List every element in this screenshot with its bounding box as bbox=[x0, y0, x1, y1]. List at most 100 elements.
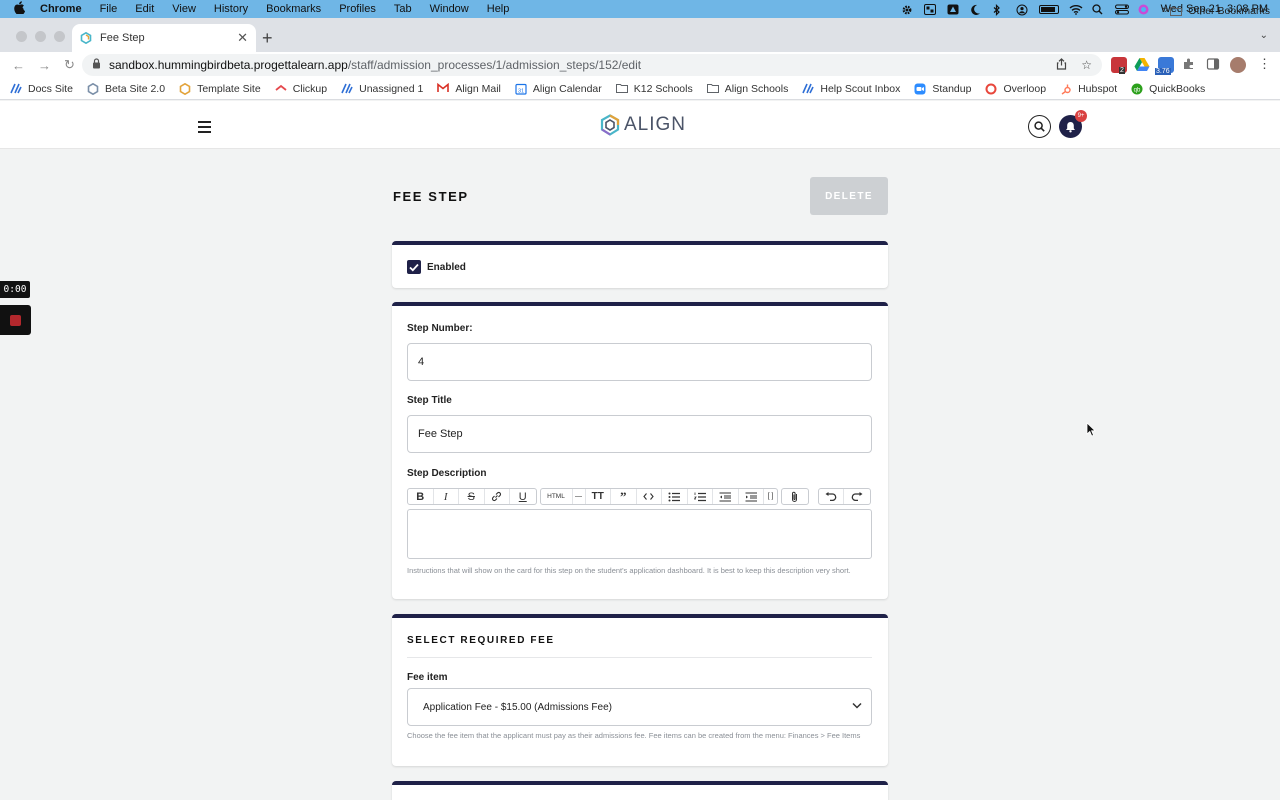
new-tab-icon[interactable]: + bbox=[262, 28, 273, 49]
brackets-button[interactable]: [ ] bbox=[764, 489, 777, 504]
forward-arrow-icon[interactable]: → bbox=[38, 58, 52, 73]
menu-bookmarks[interactable]: Bookmarks bbox=[266, 3, 321, 15]
drive-status-icon[interactable] bbox=[947, 4, 960, 15]
bookmark-align-calendar[interactable]: 31 Align Calendar bbox=[515, 83, 602, 95]
control-center-icon[interactable] bbox=[1114, 4, 1129, 15]
bluetooth-icon[interactable] bbox=[993, 3, 1006, 16]
menu-window[interactable]: Window bbox=[430, 3, 469, 15]
heading-button[interactable]: TT bbox=[586, 489, 611, 504]
back-arrow-icon[interactable]: ← bbox=[12, 58, 26, 73]
bookmark-clickup[interactable]: Clickup bbox=[275, 83, 327, 95]
stop-recording-button[interactable] bbox=[0, 305, 31, 335]
hamburger-menu-icon[interactable] bbox=[198, 121, 211, 136]
step-title-label: Step Title bbox=[407, 395, 452, 406]
html-button[interactable]: HTML bbox=[541, 489, 573, 504]
align-logo[interactable]: ALIGN bbox=[600, 114, 686, 136]
align-hex-logo-icon bbox=[600, 114, 620, 136]
battery-icon[interactable] bbox=[1038, 4, 1059, 14]
horizontal-rule-button[interactable]: — bbox=[573, 489, 586, 504]
share-icon[interactable] bbox=[1056, 58, 1067, 73]
minimize-window-button[interactable] bbox=[35, 31, 46, 42]
attach-file-button[interactable] bbox=[782, 489, 808, 504]
search-button[interactable] bbox=[1028, 115, 1051, 138]
bookmarks-overflow-button[interactable]: » bbox=[1162, 4, 1168, 16]
step-title-input[interactable] bbox=[407, 415, 872, 453]
menu-edit[interactable]: Edit bbox=[135, 3, 154, 15]
app-header: ALIGN bbox=[0, 101, 1280, 149]
code-button[interactable] bbox=[637, 489, 662, 504]
underline-button[interactable]: U bbox=[510, 489, 536, 504]
grid-status-icon[interactable] bbox=[923, 3, 937, 15]
url-path: /staff/admission_processes/1/admission_s… bbox=[347, 58, 642, 72]
link-button[interactable] bbox=[485, 489, 510, 504]
wifi-icon[interactable] bbox=[1069, 4, 1083, 15]
checkmark-icon bbox=[409, 263, 419, 271]
menu-help[interactable]: Help bbox=[487, 3, 510, 15]
bookmark-unassigned-1[interactable]: Unassigned 1 bbox=[341, 83, 423, 95]
rte-history-group bbox=[817, 488, 871, 505]
menu-history[interactable]: History bbox=[214, 3, 248, 15]
undo-icon bbox=[825, 492, 837, 501]
browser-tab-active[interactable]: Fee Step ✕ bbox=[72, 24, 256, 52]
bookmark-standup[interactable]: Standup bbox=[914, 83, 971, 95]
menu-tab[interactable]: Tab bbox=[394, 3, 412, 15]
bookmark-beta-site-2-0[interactable]: Beta Site 2.0 bbox=[87, 82, 166, 96]
menu-file[interactable]: File bbox=[100, 3, 118, 15]
fee-item-select[interactable]: Application Fee - $15.00 (Admissions Fee… bbox=[407, 688, 872, 726]
italic-button[interactable]: I bbox=[434, 489, 459, 504]
extensions-puzzle-icon[interactable] bbox=[1182, 57, 1198, 73]
bullet-list-button[interactable] bbox=[662, 489, 688, 504]
menu-view[interactable]: View bbox=[172, 3, 196, 15]
reload-icon[interactable]: ↻ bbox=[64, 57, 78, 73]
step-number-label: Step Number: bbox=[407, 323, 473, 334]
google-drive-icon[interactable] bbox=[1134, 57, 1150, 73]
spotlight-icon[interactable] bbox=[1091, 3, 1105, 15]
bookmark-align-mail[interactable]: Align Mail bbox=[437, 83, 501, 95]
other-bookmarks-folder[interactable]: Other Bookmarks bbox=[1170, 5, 1270, 17]
side-panel-icon[interactable] bbox=[1206, 57, 1222, 73]
align-favicon-icon bbox=[80, 31, 92, 45]
bookmark-docs-site[interactable]: Docs Site bbox=[10, 83, 73, 95]
bookmark-help-scout-inbox[interactable]: Help Scout Inbox bbox=[802, 83, 900, 95]
user-status-icon[interactable] bbox=[1016, 4, 1029, 15]
bookmark-k12-schools[interactable]: K12 Schools bbox=[615, 83, 693, 95]
tab-search-chevron-icon[interactable]: ⌄ bbox=[1260, 30, 1268, 41]
menu-app-name[interactable]: Chrome bbox=[40, 3, 82, 15]
indent-button[interactable] bbox=[739, 489, 764, 504]
address-bar[interactable]: sandbox.hummingbirdbeta.progettalearn.ap… bbox=[82, 54, 1102, 76]
undo-button[interactable] bbox=[819, 489, 844, 504]
folder-icon bbox=[615, 83, 628, 94]
siri-icon[interactable] bbox=[1138, 4, 1151, 15]
lock-icon[interactable] bbox=[92, 58, 101, 72]
close-window-button[interactable] bbox=[16, 31, 27, 42]
paperclip-icon bbox=[792, 491, 798, 502]
apple-icon[interactable] bbox=[14, 1, 28, 17]
bookmark-hubspot[interactable]: Hubspot bbox=[1060, 83, 1117, 95]
gear-status-icon[interactable] bbox=[901, 4, 914, 15]
zoom-window-button[interactable] bbox=[54, 31, 65, 42]
bookmark-label: Align Mail bbox=[455, 82, 501, 95]
profile-avatar[interactable] bbox=[1230, 57, 1246, 73]
enabled-checkbox[interactable] bbox=[407, 260, 421, 274]
numbered-list-button[interactable] bbox=[688, 489, 713, 504]
bookmark-label: Beta Site 2.0 bbox=[104, 82, 166, 95]
bookmark-align-schools[interactable]: Align Schools bbox=[706, 83, 788, 95]
menu-profiles[interactable]: Profiles bbox=[339, 3, 376, 15]
delete-button[interactable]: DELETE bbox=[810, 177, 888, 215]
bell-icon bbox=[1066, 121, 1075, 132]
bookmark-star-icon[interactable]: ☆ bbox=[1081, 58, 1092, 73]
strikethrough-button[interactable]: S bbox=[459, 489, 485, 504]
outdent-button[interactable] bbox=[713, 489, 739, 504]
close-tab-icon[interactable]: ✕ bbox=[237, 30, 248, 46]
bold-button[interactable]: B bbox=[408, 489, 434, 504]
redo-button[interactable] bbox=[844, 489, 870, 504]
bookmark-quickbooks[interactable]: qb QuickBooks bbox=[1131, 83, 1205, 95]
step-number-input[interactable] bbox=[407, 343, 872, 381]
section-divider bbox=[407, 657, 872, 658]
bookmark-template-site[interactable]: Template Site bbox=[179, 83, 261, 96]
chrome-menu-icon[interactable]: ⋮ bbox=[1258, 56, 1271, 72]
quote-button[interactable]: ” bbox=[611, 489, 637, 504]
bookmark-overloop[interactable]: Overloop bbox=[985, 83, 1046, 95]
moon-icon[interactable] bbox=[970, 4, 983, 15]
step-description-editor[interactable] bbox=[407, 509, 872, 559]
